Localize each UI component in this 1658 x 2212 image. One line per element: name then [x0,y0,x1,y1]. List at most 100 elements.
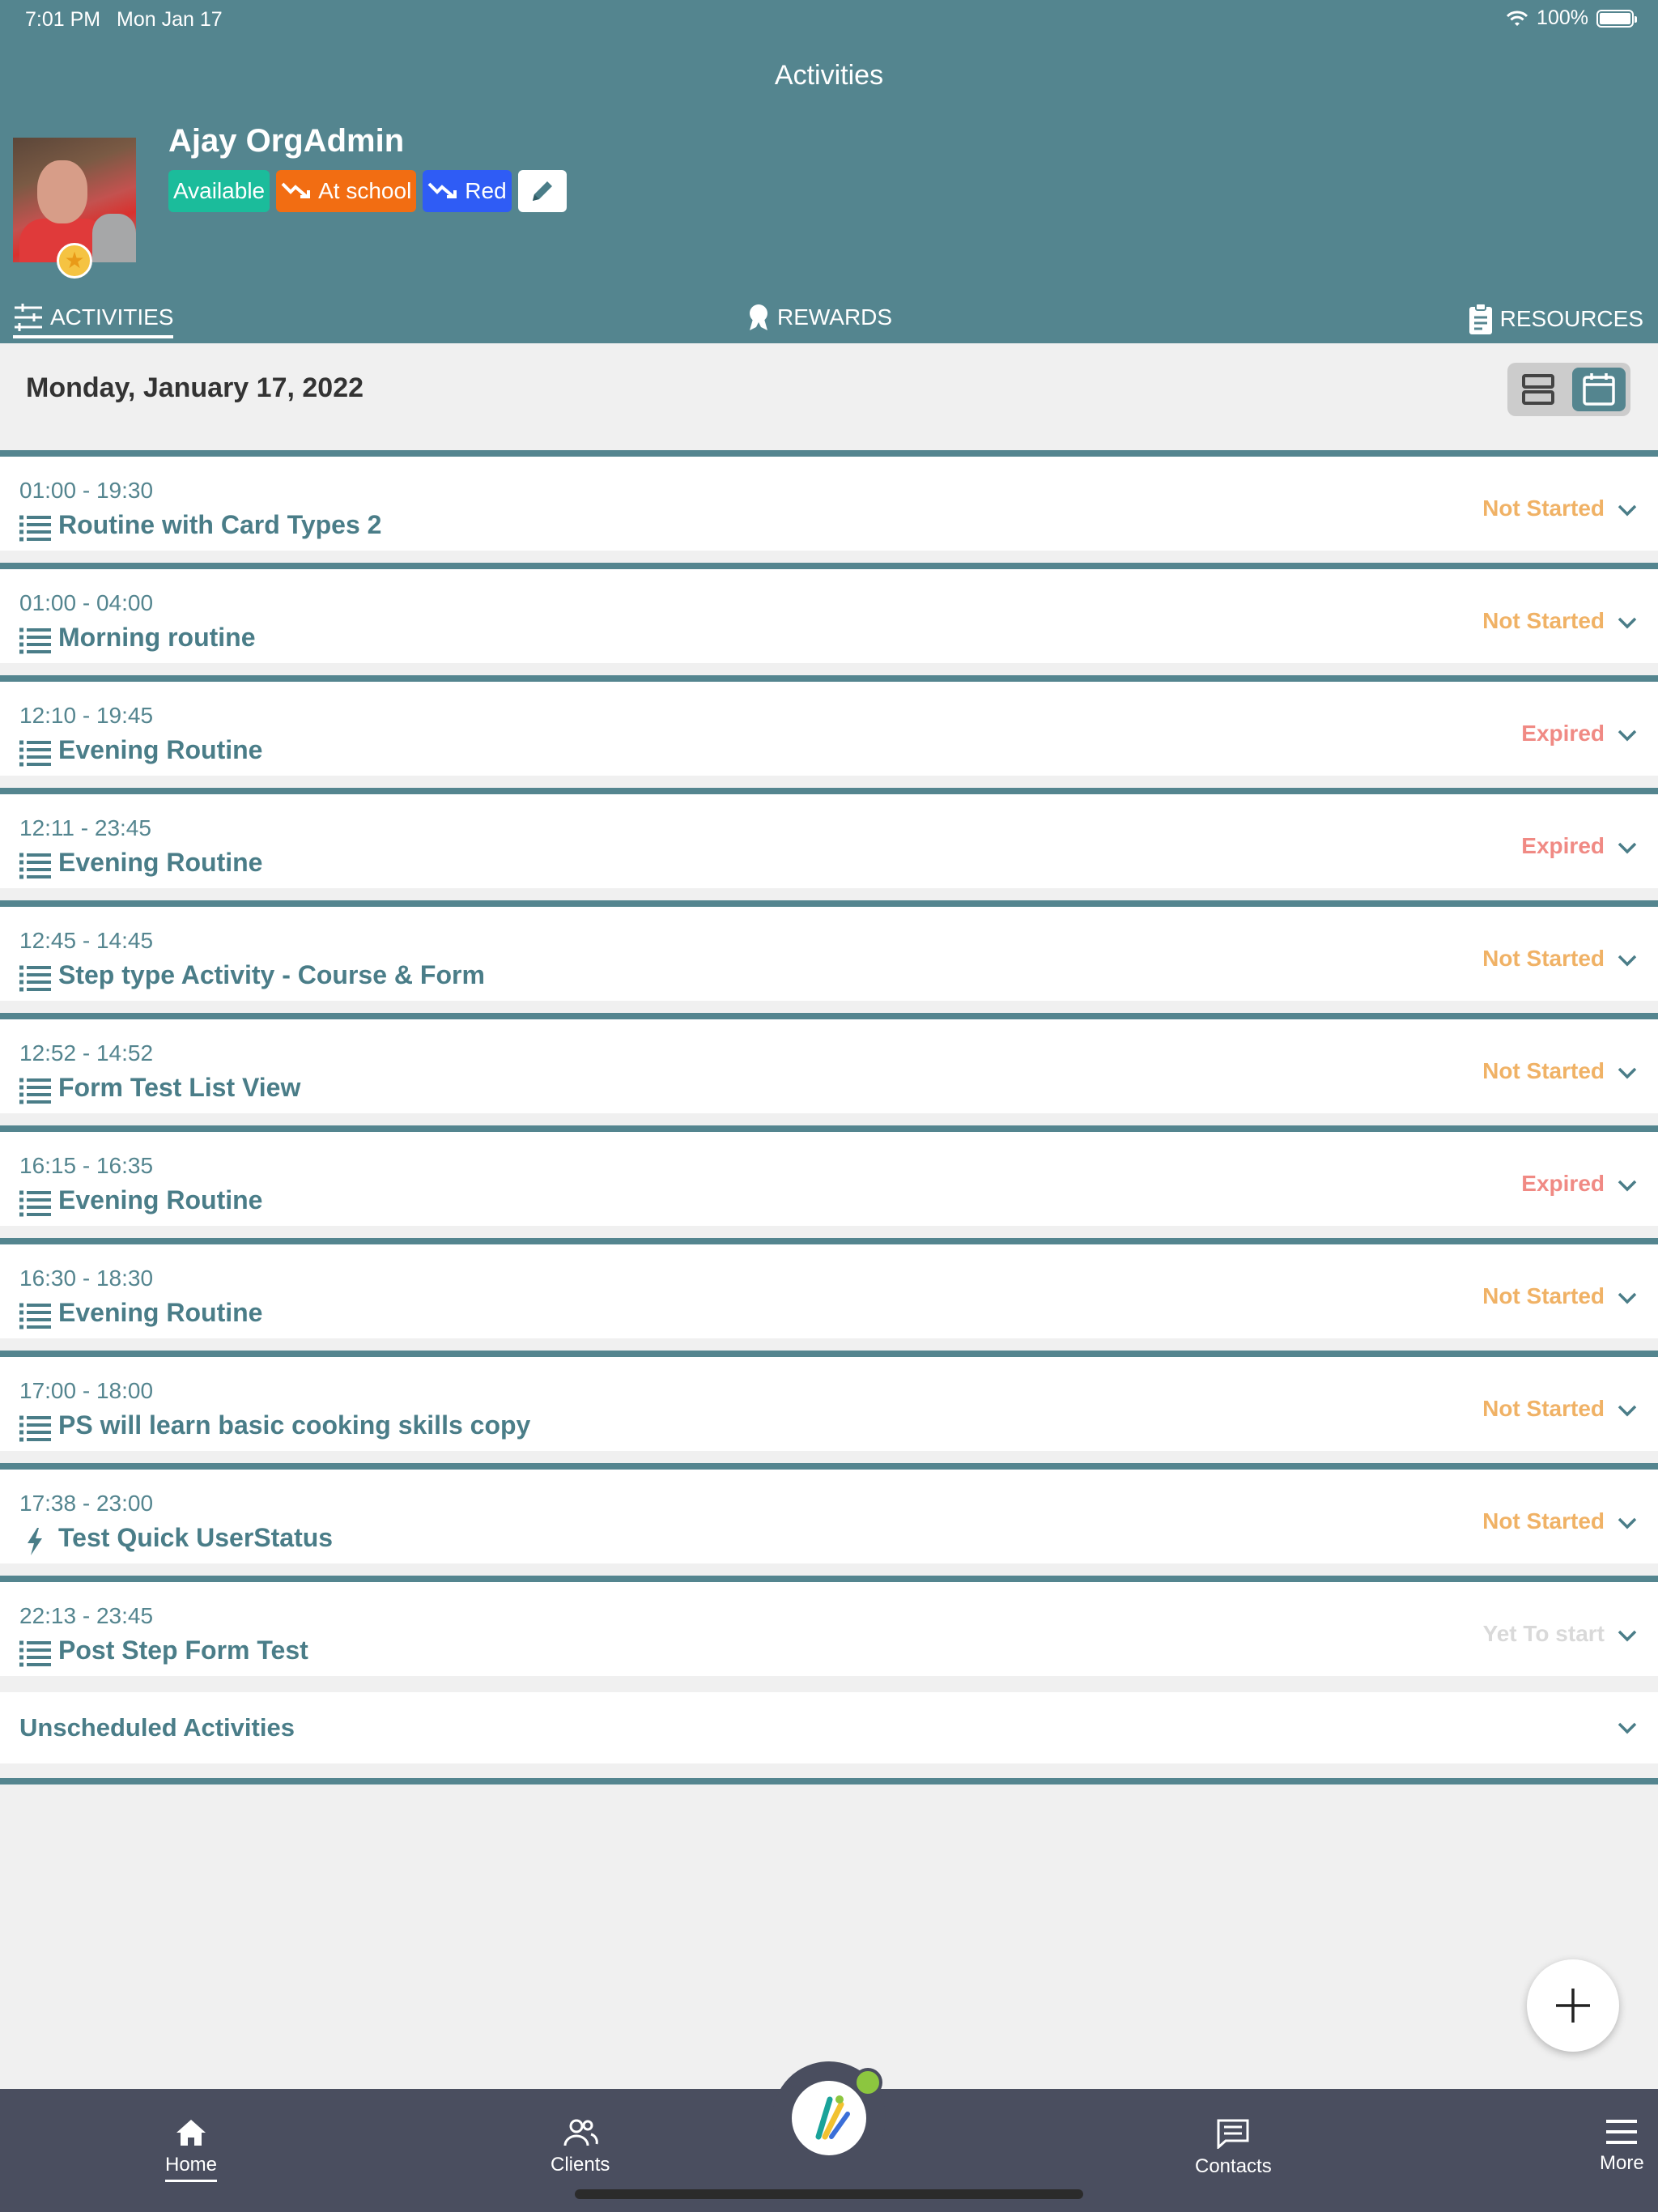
trend-down-icon [427,182,457,198]
chevron-down-icon[interactable] [1616,1399,1639,1422]
users-icon [563,2119,598,2146]
activity-time: 17:38 - 23:00 [19,1491,154,1516]
tab-activities[interactable]: ACTIVITIES [13,303,174,338]
zone-chip-label: Red [465,178,507,203]
chevron-down-icon[interactable] [1616,611,1639,634]
available-chip-label: Available [173,178,266,203]
list-icon [19,515,51,542]
activity-title: Evening Routine [58,848,263,877]
chevron-down-icon [1618,1722,1637,1734]
activity-title: Evening Routine [58,735,263,764]
section-tabs: ACTIVITIES REWARDS RESOURCES [0,300,1658,343]
star-icon: ★ [57,243,92,279]
activity-row[interactable]: 12:11 - 23:45 Evening Routine Expired [0,788,1658,888]
status-badge: Not Started [1482,1396,1605,1421]
activity-time: 01:00 - 19:30 [19,478,154,503]
wifi-icon [1506,11,1528,26]
chevron-down-icon[interactable] [1616,1061,1639,1084]
activity-title: Test Quick UserStatus [58,1523,334,1552]
activity-row[interactable]: 16:15 - 16:35 Evening Routine Expired [0,1125,1658,1226]
activity-time: 12:45 - 14:45 [19,928,154,953]
page-title: Activities [774,60,884,91]
chat-icon [1217,2119,1249,2149]
list-icon [19,1640,51,1667]
sliders-icon [15,304,42,331]
status-indicators: 100% [1506,6,1637,30]
activity-row[interactable]: 17:00 - 18:00 PS will learn basic cooking… [0,1351,1658,1451]
nav-clients-label: Clients [551,2154,610,2176]
status-badge: Not Started [1482,1508,1605,1534]
status-badge: Not Started [1482,496,1605,521]
status-badge: Yet To start [1482,1621,1605,1646]
chevron-down-icon[interactable] [1616,1287,1639,1309]
list-view-button[interactable] [1516,369,1561,410]
nav-home[interactable]: Home [165,2118,218,2182]
status-badge: Not Started [1482,1283,1605,1308]
activity-row[interactable]: 22:13 - 23:45 Post Step Form Test Yet To s… [0,1576,1658,1676]
activity-row[interactable]: 16:30 - 18:30 Evening Routine Not Started [0,1238,1658,1338]
list-icon [19,1415,51,1442]
status-chips: Available At school Red [168,170,567,212]
status-badge: Expired [1521,833,1605,858]
activity-title: Evening Routine [58,1298,263,1327]
activity-row[interactable]: 17:38 - 23:00 Test Quick UserStatus Not St… [0,1463,1658,1563]
nav-contacts[interactable]: Contacts [1195,2118,1272,2178]
edit-status-button[interactable] [517,170,567,212]
available-chip[interactable]: Available [168,170,270,212]
award-icon [750,304,767,330]
location-chip[interactable]: At school [276,170,417,212]
chevron-down-icon[interactable] [1616,499,1639,521]
pencil-icon [532,181,552,201]
location-chip-label: At school [318,178,412,203]
tab-resources-label: RESOURCES [1499,306,1643,331]
activity-title: Routine with Card Types 2 [58,510,382,539]
unscheduled-label: Unscheduled Activities [19,1713,295,1742]
home-icon [176,2120,206,2146]
tab-resources[interactable]: RESOURCES [1468,303,1643,335]
unscheduled-activities[interactable]: Unscheduled Activities [0,1692,1658,1763]
status-badge: Not Started [1482,1058,1605,1083]
list-icon [19,1190,51,1217]
current-date: Monday, January 17, 2022 [26,372,364,403]
zone-chip[interactable]: Red [423,170,512,212]
nav-clients[interactable]: Clients [551,2118,610,2176]
chevron-down-icon[interactable] [1616,1512,1639,1534]
tab-rewards-label: REWARDS [777,304,893,330]
app-logo-icon [792,2081,866,2155]
nav-contacts-label: Contacts [1195,2155,1272,2177]
activity-row[interactable]: 12:10 - 19:45 Evening Routine Expired [0,675,1658,776]
list-icon [19,1303,51,1329]
battery-percent: 100% [1537,6,1588,29]
activity-time: 12:52 - 14:52 [19,1040,154,1066]
activity-row[interactable]: 01:00 - 04:00 Morning routine Not Started [0,563,1658,663]
calendar-view-button[interactable] [1572,368,1626,411]
activity-title: PS will learn basic cooking skills copy [58,1410,531,1440]
chevron-down-icon[interactable] [1616,1624,1639,1647]
calendar-icon [1583,373,1615,406]
status-badge: Expired [1521,721,1605,746]
activity-title: Post Step Form Test [58,1636,308,1665]
status-bar: 7:01 PM Mon Jan 17 100% [0,0,1658,39]
app-header: 7:01 PM Mon Jan 17 100% Activities ★ Aja… [0,0,1658,343]
home-indicator[interactable] [575,2189,1083,2199]
chevron-down-icon[interactable] [1616,1174,1639,1197]
activity-row[interactable]: 01:00 - 19:30 Routine with Card Types 2 No… [0,450,1658,551]
clipboard-icon [1469,303,1492,334]
add-activity-button[interactable] [1527,1959,1619,2052]
tab-activities-label: ACTIVITIES [50,304,174,330]
activity-row[interactable]: 12:52 - 14:52 Form Test List View Not Star… [0,1013,1658,1113]
tab-rewards[interactable]: REWARDS [746,303,892,332]
nav-more[interactable]: More [1600,2118,1644,2175]
activity-row[interactable]: 12:45 - 14:45 Step type Activity - Course… [0,900,1658,1001]
chevron-down-icon[interactable] [1616,949,1639,972]
activity-time: 12:11 - 23:45 [19,815,151,840]
trend-down-icon [281,182,311,198]
activity-time: 01:00 - 04:00 [19,590,154,615]
list-view-icon [1522,374,1554,405]
activity-title: Form Test List View [58,1073,301,1102]
activity-time: 12:10 - 19:45 [19,703,154,728]
chevron-down-icon[interactable] [1616,836,1639,859]
date-header: Monday, January 17, 2022 [0,343,1658,452]
chevron-down-icon[interactable] [1616,724,1639,747]
list-icon [19,965,51,992]
